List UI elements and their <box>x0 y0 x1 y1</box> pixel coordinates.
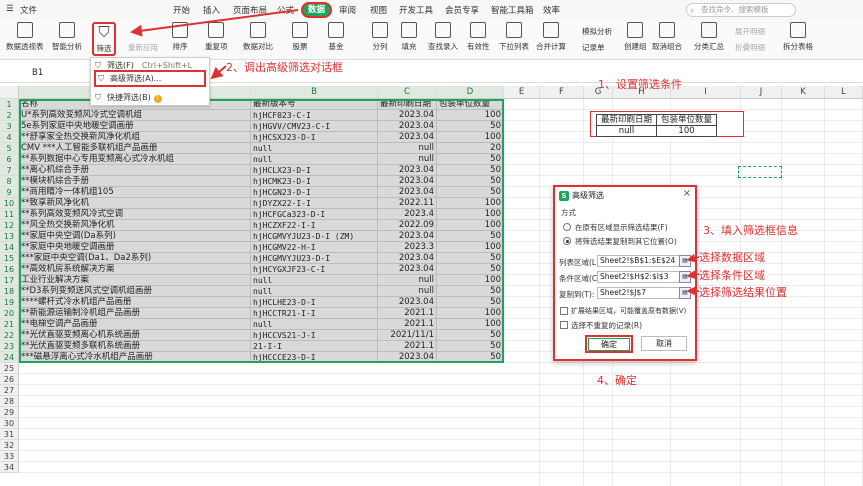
arrow-criteria-range <box>686 270 700 280</box>
arrow-to-advanced <box>210 65 227 80</box>
annotation-arrows <box>130 9 700 296</box>
arrow-to-filter <box>130 9 299 37</box>
arrow-list-range <box>686 253 700 263</box>
